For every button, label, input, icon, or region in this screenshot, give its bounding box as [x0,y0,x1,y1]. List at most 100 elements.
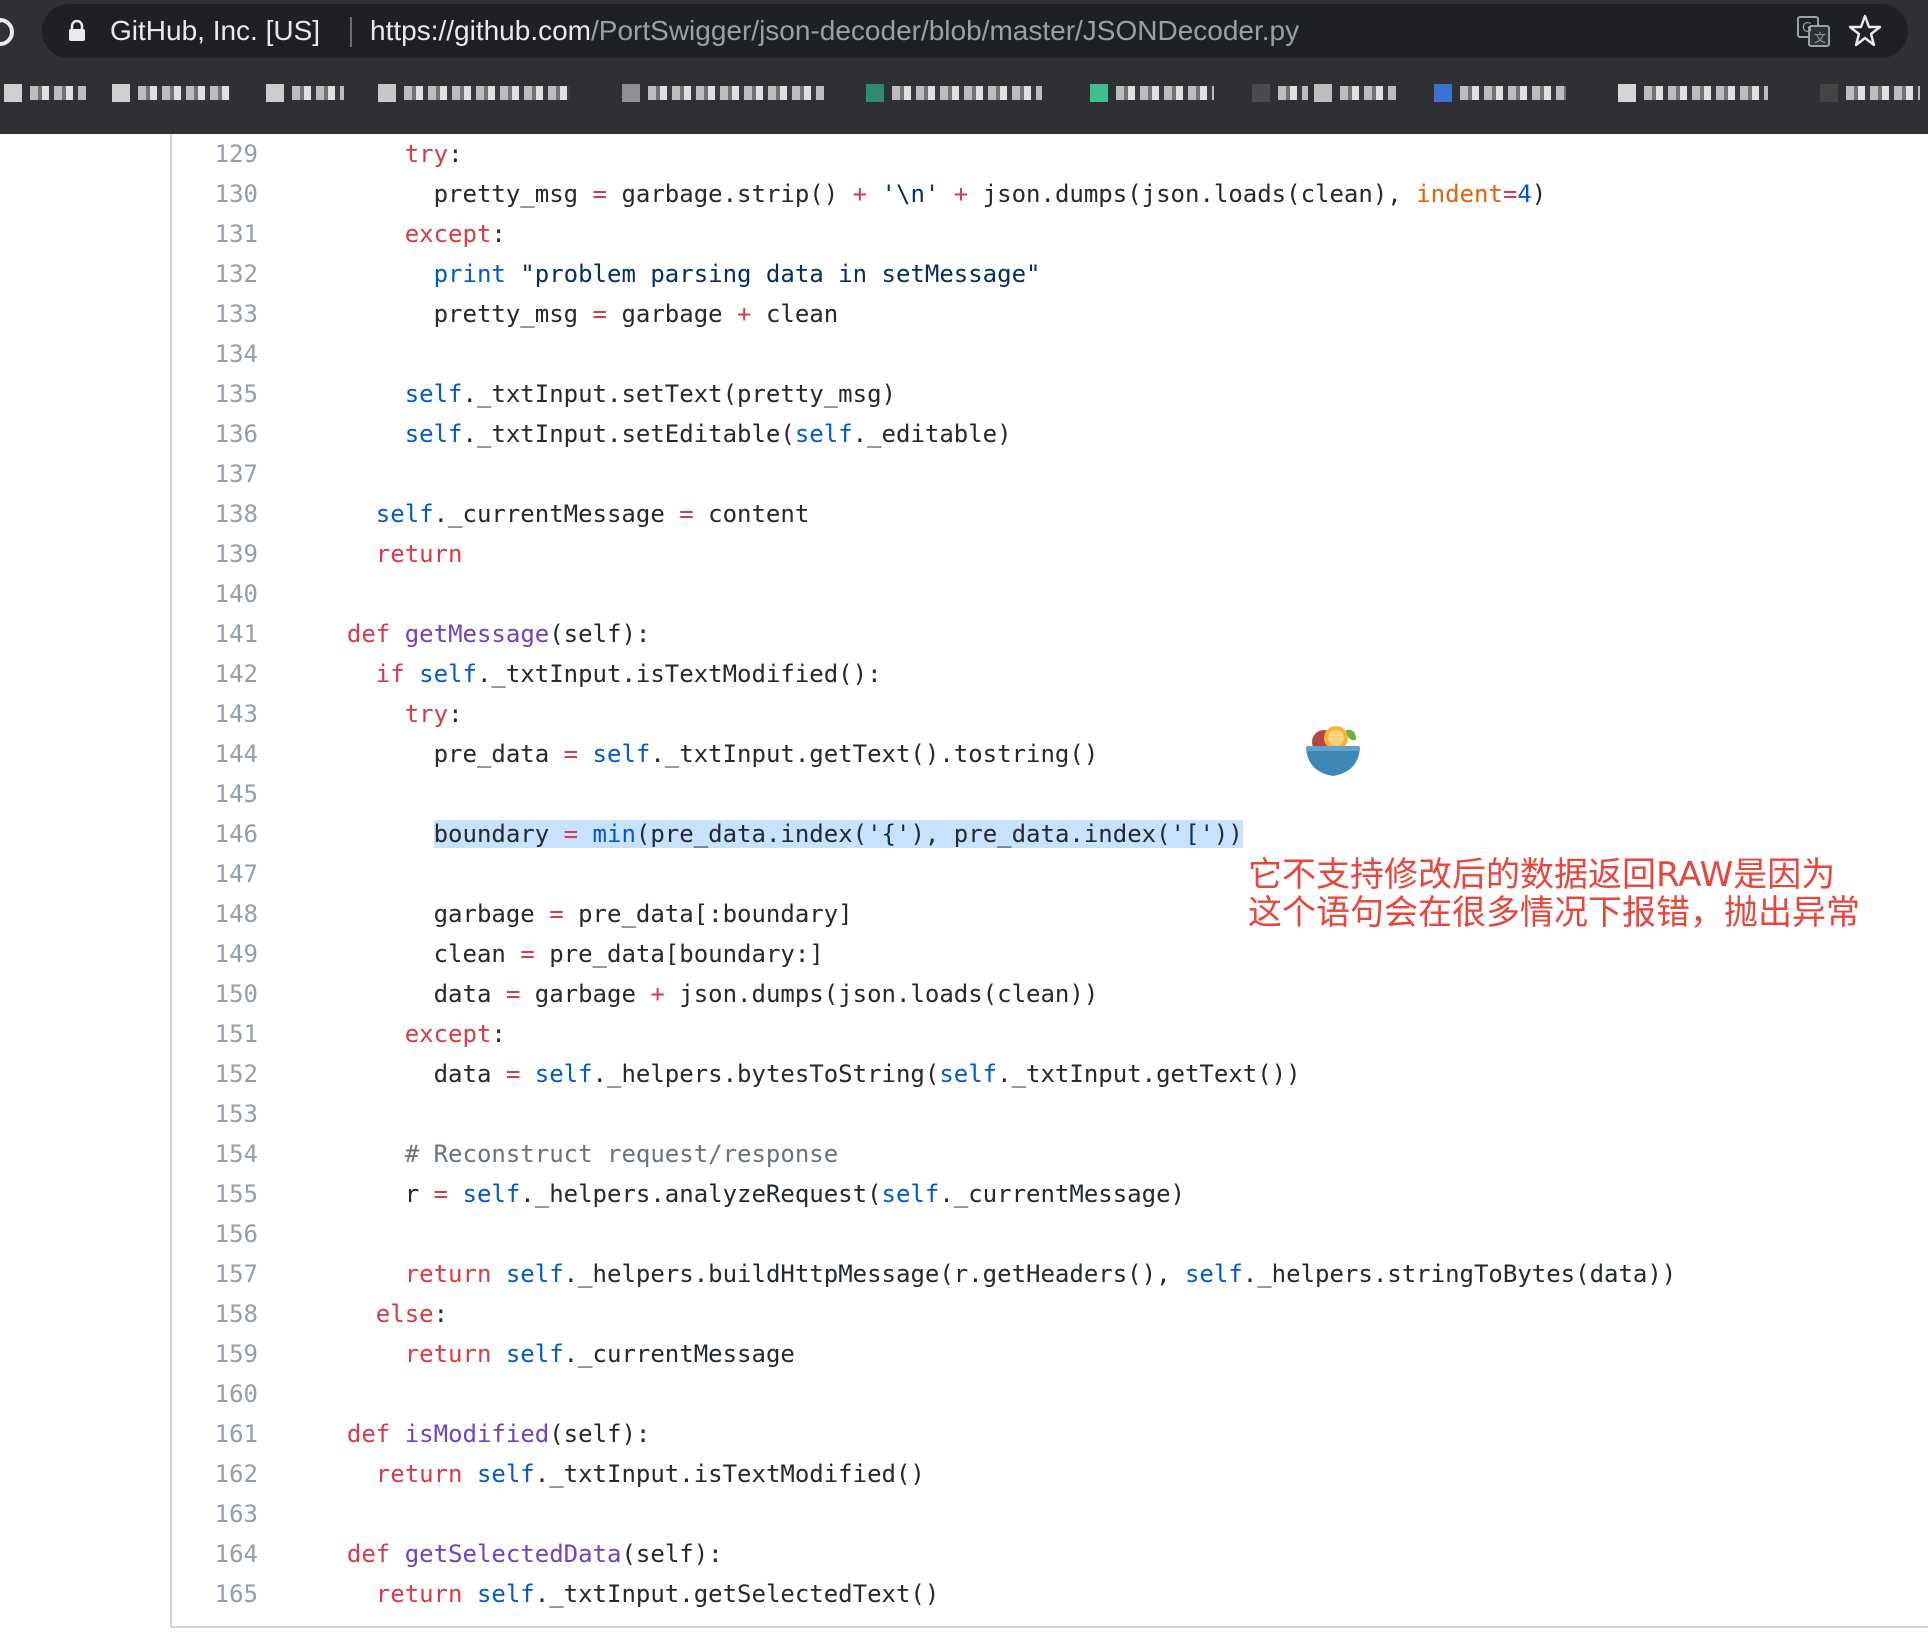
star-icon[interactable] [1848,14,1882,48]
code-text[interactable]: clean = pre_data[boundary:] [258,934,1676,974]
line-number[interactable]: 149 [172,934,258,974]
code-line: 155 r = self._helpers.analyzeRequest(sel… [172,1174,1676,1214]
code-text[interactable]: except: [258,214,1676,254]
line-number[interactable]: 140 [172,574,258,614]
code-text[interactable]: self._currentMessage = content [258,494,1676,534]
line-number[interactable]: 154 [172,1134,258,1174]
line-number[interactable]: 138 [172,494,258,534]
line-number[interactable]: 129 [172,134,258,174]
code-text[interactable]: self._txtInput.setText(pretty_msg) [258,374,1676,414]
reload-icon[interactable] [0,14,22,50]
code-text[interactable]: try: [258,134,1676,174]
code-text[interactable]: data = garbage + json.dumps(json.loads(c… [258,974,1676,1014]
line-number[interactable]: 164 [172,1534,258,1574]
bookmark-item[interactable] [1090,80,1220,106]
bookmark-favicon-icon [1434,84,1452,102]
line-number[interactable]: 151 [172,1014,258,1054]
code-text[interactable]: pretty_msg = garbage + clean [258,294,1676,334]
line-number[interactable]: 157 [172,1254,258,1294]
line-number[interactable]: 146 [172,814,258,854]
bookmark-item[interactable] [4,80,94,106]
fruit-bowl-icon[interactable] [1302,720,1364,782]
code-text[interactable]: else: [258,1294,1676,1334]
code-text[interactable] [258,454,1676,494]
bookmark-item[interactable] [866,80,1052,106]
site-identity[interactable]: GitHub, Inc. [US] [110,15,320,47]
code-line: 150 data = garbage + json.dumps(json.loa… [172,974,1676,1014]
code-text[interactable]: print "problem parsing data in setMessag… [258,254,1676,294]
bookmark-item[interactable] [266,80,350,106]
code-text[interactable]: pre_data = self._txtInput.getText().tost… [258,734,1676,774]
code-text[interactable] [258,1494,1676,1534]
code-text[interactable] [258,1374,1676,1414]
url-path: /PortSwigger/json-decoder/blob/master/JS… [591,15,1300,46]
code-line: 153 [172,1094,1676,1134]
bookmark-item[interactable] [622,80,828,106]
code-text[interactable]: pretty_msg = garbage.strip() + '\n' + js… [258,174,1676,214]
line-number[interactable]: 165 [172,1574,258,1614]
bookmark-item[interactable] [378,80,578,106]
code-text[interactable] [258,1214,1676,1254]
line-number[interactable]: 130 [172,174,258,214]
line-number[interactable]: 143 [172,694,258,734]
line-number[interactable]: 145 [172,774,258,814]
code-line: 129 try: [172,134,1676,174]
code-text[interactable] [258,334,1676,374]
code-text[interactable]: return self._helpers.buildHttpMessage(r.… [258,1254,1677,1294]
code-text[interactable]: boundary = min(pre_data.index('{'), pre_… [258,814,1676,854]
bookmark-favicon-icon [1314,84,1332,102]
address-bar[interactable]: GitHub, Inc. [US] https://github.com/Por… [42,4,1908,58]
line-number[interactable]: 136 [172,414,258,454]
code-text[interactable]: return self._txtInput.getSelectedText() [258,1574,1676,1614]
line-number[interactable]: 134 [172,334,258,374]
line-number[interactable]: 150 [172,974,258,1014]
line-number[interactable]: 133 [172,294,258,334]
code-text[interactable]: return self._currentMessage [258,1334,1676,1374]
code-text[interactable] [258,1094,1676,1134]
line-number[interactable]: 147 [172,854,258,894]
bookmark-item[interactable] [1434,80,1574,106]
code-text[interactable]: return [258,534,1676,574]
line-number[interactable]: 142 [172,654,258,694]
line-number[interactable]: 159 [172,1334,258,1374]
line-number[interactable]: 162 [172,1454,258,1494]
line-number[interactable]: 131 [172,214,258,254]
code-text[interactable]: try: [258,694,1676,734]
code-text[interactable]: return self._txtInput.isTextModified() [258,1454,1676,1494]
bookmark-item[interactable] [1314,80,1404,106]
line-number[interactable]: 141 [172,614,258,654]
line-number[interactable]: 137 [172,454,258,494]
code-line: 137 [172,454,1676,494]
code-text[interactable]: def getSelectedData(self): [258,1534,1676,1574]
code-text[interactable]: except: [258,1014,1676,1054]
translate-icon[interactable]: G 文 [1797,16,1831,48]
line-number[interactable]: 132 [172,254,258,294]
code-text[interactable]: r = self._helpers.analyzeRequest(self._c… [258,1174,1676,1214]
code-text[interactable]: if self._txtInput.isTextModified(): [258,654,1676,694]
code-text[interactable]: def getMessage(self): [258,614,1676,654]
line-number[interactable]: 144 [172,734,258,774]
line-number[interactable]: 139 [172,534,258,574]
line-number[interactable]: 153 [172,1094,258,1134]
line-number[interactable]: 152 [172,1054,258,1094]
line-number[interactable]: 156 [172,1214,258,1254]
bookmark-item[interactable] [112,80,236,106]
bookmark-item[interactable] [1618,80,1774,106]
line-number[interactable]: 135 [172,374,258,414]
line-number[interactable]: 160 [172,1374,258,1414]
url-text[interactable]: https://github.com/PortSwigger/json-deco… [370,15,1299,47]
code-text[interactable]: def isModified(self): [258,1414,1676,1454]
line-number[interactable]: 155 [172,1174,258,1214]
code-text[interactable] [258,574,1676,614]
code-text[interactable]: data = self._helpers.bytesToString(self.… [258,1054,1676,1094]
code-text[interactable] [258,774,1676,814]
code-line: 152 data = self._helpers.bytesToString(s… [172,1054,1676,1094]
bookmark-item[interactable] [1252,80,1316,106]
bookmark-item[interactable] [1820,80,1924,106]
code-text[interactable]: # Reconstruct request/response [258,1134,1676,1174]
line-number[interactable]: 163 [172,1494,258,1534]
line-number[interactable]: 158 [172,1294,258,1334]
line-number[interactable]: 161 [172,1414,258,1454]
line-number[interactable]: 148 [172,894,258,934]
code-text[interactable]: self._txtInput.setEditable(self._editabl… [258,414,1676,454]
